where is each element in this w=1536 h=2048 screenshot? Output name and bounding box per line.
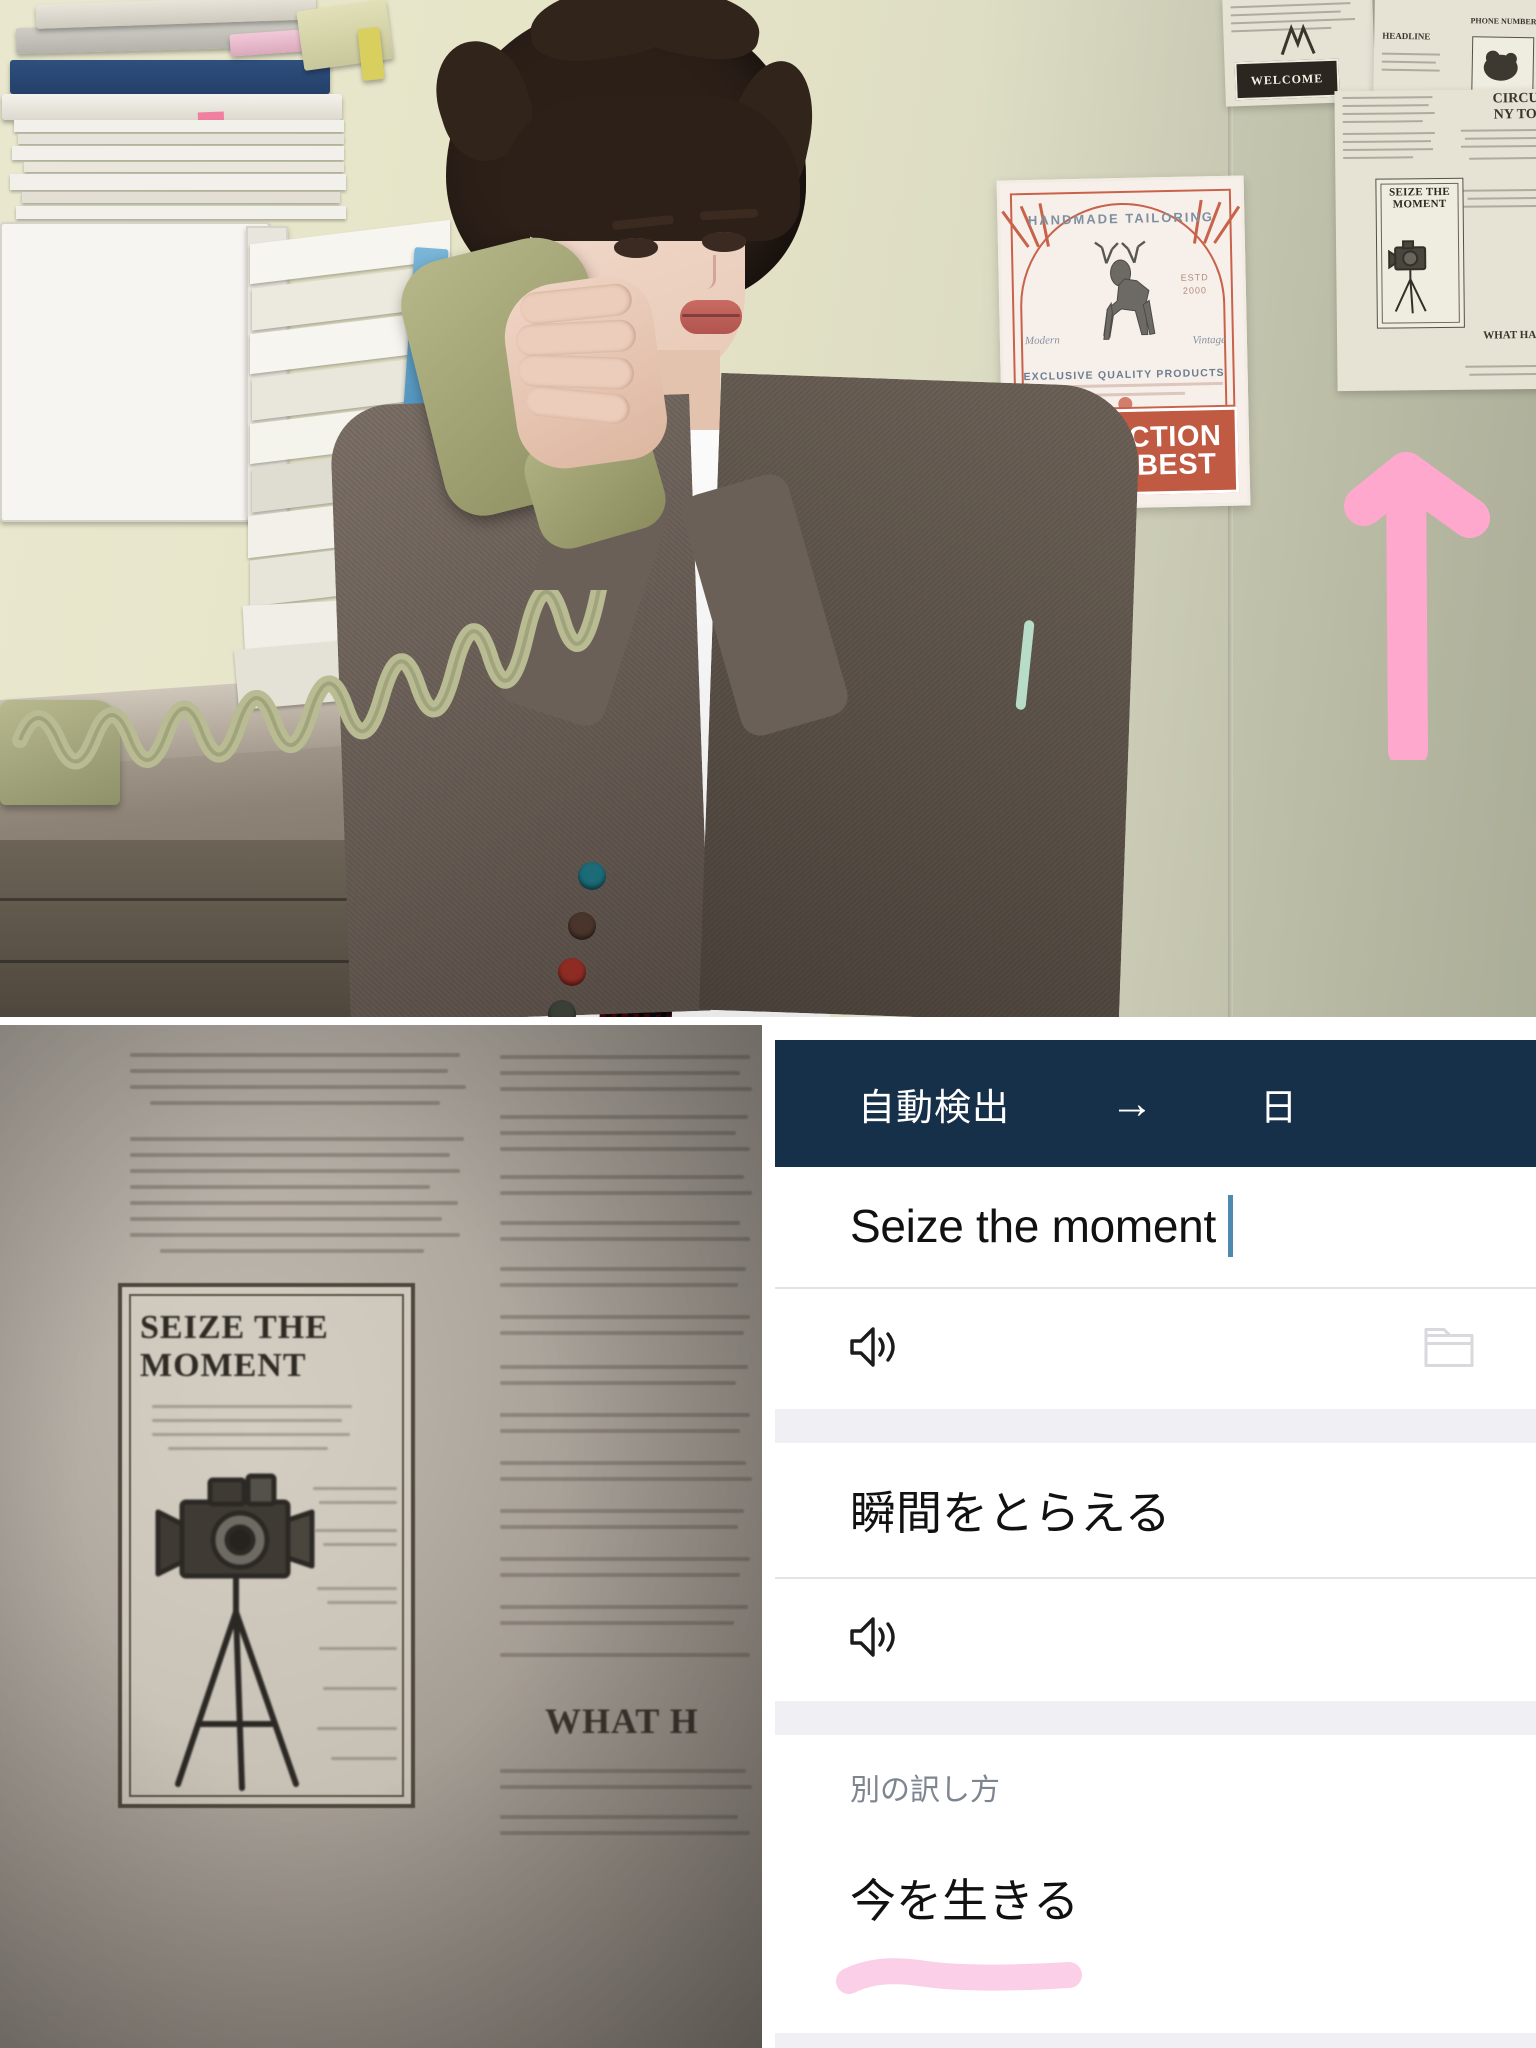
target-language-button[interactable]: 日 xyxy=(1260,1077,1298,1131)
newspaper-headline-line2: NY TO xyxy=(1493,106,1536,123)
person-figure xyxy=(12,0,1200,1017)
alternative-translation-item[interactable]: 今を生きる xyxy=(850,1865,1079,1931)
clip-title-line2: MOMENT xyxy=(1392,197,1447,211)
jacket-button-red xyxy=(558,958,586,986)
folder-icon[interactable] xyxy=(1422,1324,1476,1375)
phone-number-label: PHONE NUMBER xyxy=(1470,16,1536,27)
nose xyxy=(698,255,716,289)
screenshot-root: HANDMADE TAILORING ESTD 2000 Modern Vint… xyxy=(0,0,1536,2048)
section-separator-band-2 xyxy=(775,1701,1536,1735)
jacket-button-brown xyxy=(568,912,596,940)
source-text-value-wrap: Seize the moment xyxy=(850,1195,1233,1257)
swap-languages-arrow-icon[interactable]: → xyxy=(1110,1081,1154,1126)
pink-underline-annotation xyxy=(835,1955,1085,2000)
language-selector-bar: 自動検出 → 日 xyxy=(775,1040,1536,1167)
speaker-icon-translation[interactable] xyxy=(847,1615,899,1664)
newspaper-headline-line1: CIRCU xyxy=(1492,90,1536,107)
jacket-button-teal xyxy=(578,862,606,890)
translation-app-panel: 自動検出 → 日 Seize the moment 瞬間をとらえる 別の訳し方 … xyxy=(775,1025,1536,2048)
lips xyxy=(680,300,742,334)
eye-left xyxy=(614,238,658,258)
lip-line xyxy=(682,314,740,317)
source-text-value: Seize the moment xyxy=(850,1200,1216,1252)
source-text-input[interactable]: Seize the moment xyxy=(775,1167,1536,1285)
newspaper-headline-what-happened: WHAT HAP xyxy=(1483,328,1536,342)
speaker-icon[interactable] xyxy=(847,1325,899,1374)
translated-text-value: 瞬間をとらえる xyxy=(850,1487,1171,1539)
section-separator-band-3 xyxy=(775,2033,1536,2048)
newspaper-clipping-closeup-photo: SEIZE THE MOMENT xyxy=(0,1025,762,2048)
text-cursor xyxy=(1227,1195,1233,1257)
source-actions-row xyxy=(775,1289,1536,1409)
newspaper-page-seize-the-moment: CIRCU NY TO WHAT HAP SEIZE THE MOMENT xyxy=(1334,88,1536,392)
headline-label: HEADLINE xyxy=(1382,30,1431,42)
telephone-cord xyxy=(0,536,720,790)
translated-text-output[interactable]: 瞬間をとらえる xyxy=(775,1450,1536,1570)
source-language-button[interactable]: 自動検出 xyxy=(858,1077,1010,1131)
vintage-camera-icon xyxy=(1388,240,1427,314)
newspaper-logo-icon xyxy=(1280,23,1316,56)
seize-the-moment-clipping: SEIZE THE MOMENT xyxy=(1375,177,1465,329)
alternative-translations-label: 別の訳し方 xyxy=(850,1774,1000,1807)
output-actions-row xyxy=(775,1579,1536,1699)
eye-right xyxy=(702,232,746,252)
person-on-telephone-photo: HANDMADE TAILORING ESTD 2000 Modern Vint… xyxy=(0,0,1536,1017)
welcome-sign: WELCOME xyxy=(1234,58,1340,101)
photo-vignette xyxy=(0,1025,762,2048)
section-separator-band-1 xyxy=(775,1409,1536,1443)
